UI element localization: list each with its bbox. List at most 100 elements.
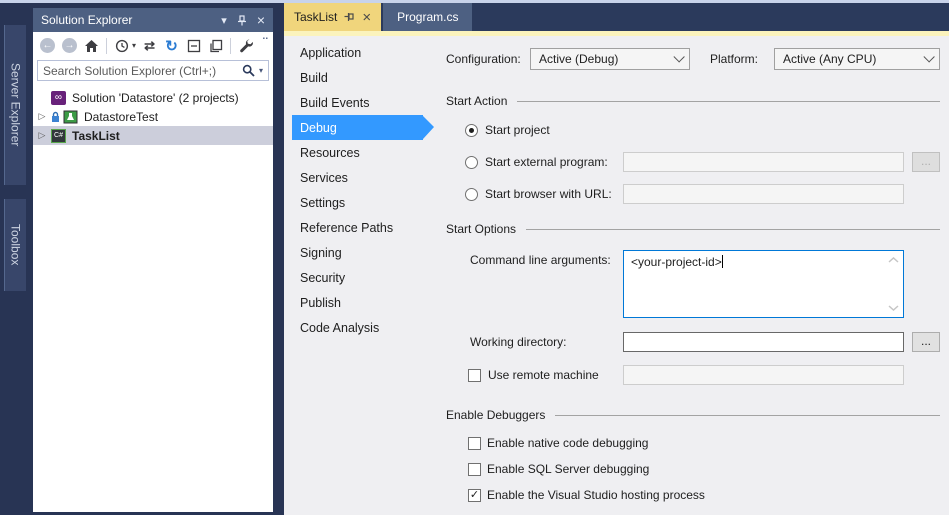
expander-icon[interactable]: ▷ — [36, 130, 48, 141]
toolbar-overflow-icon[interactable]: ⠤ — [262, 32, 270, 43]
sync-icon: ⇄ — [144, 38, 155, 54]
home-icon — [84, 39, 99, 53]
clock-icon — [115, 39, 129, 53]
properties-nav: Application Build Build Events Debug Res… — [292, 40, 442, 340]
pin-icon[interactable] — [237, 15, 247, 26]
tree-item-label: TaskList — [69, 129, 120, 143]
editor-tab-bar: TaskList × Program.cs — [284, 3, 949, 31]
text-cursor — [722, 255, 723, 268]
working-directory-input[interactable] — [623, 332, 904, 352]
tab-label: TaskList — [294, 10, 337, 24]
platform-dropdown[interactable]: Active (Any CPU) — [774, 48, 940, 70]
search-placeholder: Search Solution Explorer (Ctrl+;) — [43, 64, 238, 78]
close-icon[interactable]: × — [362, 9, 371, 26]
tab-program-cs[interactable]: Program.cs — [383, 3, 472, 31]
start-browser-input[interactable] — [623, 184, 904, 204]
hosting-process-label: Enable the Visual Studio hosting process — [487, 488, 705, 502]
wrench-icon — [238, 38, 253, 53]
tree-row-solution[interactable]: ∞ Solution 'Datastore' (2 projects) — [33, 88, 273, 107]
nav-item-reference-paths[interactable]: Reference Paths — [292, 215, 423, 240]
start-action-group: Start Action — [446, 94, 940, 108]
remote-machine-input[interactable] — [623, 365, 904, 385]
tab-label: Program.cs — [397, 10, 458, 24]
nav-item-security[interactable]: Security — [292, 265, 423, 290]
nav-item-resources[interactable]: Resources — [292, 140, 423, 165]
solution-explorer-toolbar: ← → ▾ ⇄ ↻ ⠤ — [33, 32, 273, 59]
nav-item-signing[interactable]: Signing — [292, 240, 423, 265]
solution-explorer-titlebar[interactable]: Solution Explorer ▾ × — [33, 8, 273, 32]
forward-icon: → — [62, 38, 77, 53]
tree-item-label: Solution 'Datastore' (2 projects) — [69, 91, 239, 105]
start-external-radio[interactable] — [465, 156, 478, 169]
hosting-process-row: ✓ Enable the Visual Studio hosting proce… — [446, 486, 940, 504]
solution-explorer-search-box[interactable]: Search Solution Explorer (Ctrl+;) ▾ — [37, 60, 269, 81]
expander-icon[interactable]: ▷ — [36, 111, 48, 122]
start-external-input[interactable] — [623, 152, 904, 172]
home-button[interactable] — [83, 37, 100, 54]
solution-explorer-content: ← → ▾ ⇄ ↻ ⠤ Search Solution Explorer (Ct… — [33, 32, 273, 512]
command-line-value: <your-project-id> — [631, 255, 722, 269]
nav-item-build[interactable]: Build — [292, 65, 423, 90]
start-browser-label: Start browser with URL: — [485, 187, 612, 201]
close-icon[interactable]: × — [257, 12, 265, 28]
search-icon[interactable] — [242, 64, 255, 77]
pending-changes-filter-button[interactable] — [113, 37, 130, 54]
nav-item-services[interactable]: Services — [292, 165, 423, 190]
pin-icon[interactable] — [344, 12, 355, 22]
tree-row-tasklist[interactable]: ▷ C# TaskList — [33, 126, 273, 145]
nav-item-application[interactable]: Application — [292, 40, 423, 65]
forward-button[interactable]: → — [61, 37, 78, 54]
tree-row-datastoretest[interactable]: ▷ DatastoreTest — [33, 107, 273, 126]
command-line-arguments-input[interactable]: <your-project-id> — [623, 250, 904, 318]
nav-item-publish[interactable]: Publish — [292, 290, 423, 315]
configuration-dropdown[interactable]: Active (Debug) — [530, 48, 690, 70]
toolbox-vertical-tab-label: Toolbox — [9, 224, 23, 265]
working-directory-browse-button[interactable]: ... — [912, 332, 940, 352]
configuration-label: Configuration: — [446, 52, 530, 66]
nav-item-build-events[interactable]: Build Events — [292, 90, 423, 115]
nav-item-code-analysis[interactable]: Code Analysis — [292, 315, 423, 340]
configuration-value: Active (Debug) — [539, 52, 673, 66]
platform-value: Active (Any CPU) — [783, 52, 923, 66]
server-explorer-vertical-tab-label: Server Explorer — [9, 63, 23, 146]
native-debugging-label: Enable native code debugging — [487, 436, 648, 450]
start-project-label: Start project — [485, 123, 550, 137]
search-options-dropdown-icon[interactable]: ▾ — [259, 66, 263, 75]
sync-with-active-document-button[interactable]: ⇄ — [141, 37, 158, 54]
collapse-all-button[interactable] — [185, 37, 202, 54]
start-options-group: Start Options — [446, 222, 940, 236]
scroll-up-icon[interactable] — [888, 257, 899, 263]
chevron-down-icon — [923, 51, 934, 62]
native-debugging-checkbox[interactable] — [468, 437, 481, 450]
start-external-label: Start external program: — [485, 155, 608, 169]
show-all-files-button[interactable] — [207, 37, 224, 54]
start-project-radio[interactable] — [465, 124, 478, 137]
chevron-down-icon — [673, 51, 684, 62]
start-project-row: Start project — [446, 120, 940, 140]
back-icon: ← — [40, 38, 55, 53]
hosting-process-checkbox[interactable]: ✓ — [468, 489, 481, 502]
use-remote-machine-label: Use remote machine — [488, 368, 599, 382]
use-remote-machine-checkbox[interactable] — [468, 369, 481, 382]
solution-explorer-title: Solution Explorer — [41, 13, 211, 27]
start-external-browse-button[interactable]: ... — [912, 152, 940, 172]
window-position-menu-icon[interactable]: ▾ — [221, 14, 227, 27]
tab-tasklist[interactable]: TaskList × — [284, 3, 381, 31]
filter-dropdown-icon[interactable]: ▾ — [132, 41, 136, 50]
panel-splitter[interactable] — [276, 3, 284, 515]
enable-debuggers-title: Enable Debuggers — [446, 408, 545, 422]
toolbox-vertical-tab[interactable]: Toolbox — [4, 199, 26, 291]
server-explorer-vertical-tab[interactable]: Server Explorer — [4, 25, 26, 185]
start-browser-radio[interactable] — [465, 188, 478, 201]
scroll-down-icon[interactable] — [888, 305, 899, 311]
nav-item-debug[interactable]: Debug — [292, 115, 423, 140]
properties-button[interactable] — [237, 37, 254, 54]
start-browser-row: Start browser with URL: — [446, 184, 940, 204]
test-project-icon — [63, 110, 78, 124]
sql-debugging-checkbox[interactable] — [468, 463, 481, 476]
back-button[interactable]: ← — [39, 37, 56, 54]
enable-debuggers-group: Enable Debuggers — [446, 408, 940, 422]
refresh-button[interactable]: ↻ — [163, 37, 180, 54]
lock-icon — [51, 111, 60, 123]
nav-item-settings[interactable]: Settings — [292, 190, 423, 215]
